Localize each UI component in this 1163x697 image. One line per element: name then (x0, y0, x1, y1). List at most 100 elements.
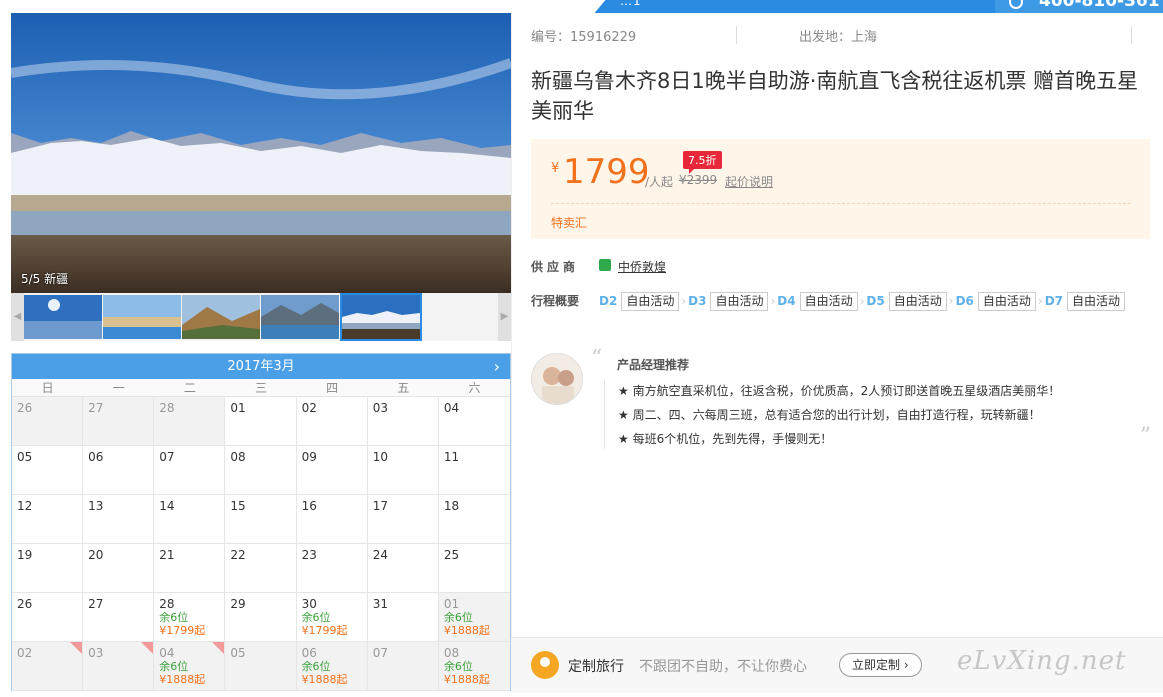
shop-icon (599, 259, 611, 271)
calendar-day[interactable]: 04 余6位 ¥1888起 (154, 642, 226, 691)
itinerary-day[interactable]: D2 自由活动 › (599, 289, 686, 314)
corner-flag-icon (212, 642, 225, 654)
day-number: 27 (88, 597, 104, 611)
currency-symbol: ¥ (551, 161, 560, 176)
departure-city: 出发地：上海 (799, 30, 878, 45)
day-number: 03 (372, 401, 388, 415)
day-number: 25 (443, 548, 460, 562)
quote-close-icon: ” (1139, 424, 1151, 449)
seats-remaining: 余6位 (159, 660, 189, 673)
discount-badge: 7.5折 (683, 151, 722, 174)
calendar-day: 23 (296, 544, 368, 593)
hotline-number: 400-810-361 (1039, 0, 1160, 11)
calendar-day: 01 (225, 397, 297, 446)
itinerary-day[interactable]: D3 自由活动 › (688, 289, 775, 314)
day-number: 29 (230, 597, 246, 611)
day-activity: 自由活动 (621, 292, 680, 311)
itinerary-day[interactable]: D4 自由活动 › (777, 289, 864, 314)
day-number: 05 (230, 646, 246, 660)
itinerary-day[interactable]: D5 自由活动 › (866, 289, 954, 314)
customize-button[interactable]: 立即定制 › (839, 653, 922, 677)
calendar-day: 02 (12, 642, 84, 691)
day-activity: 自由活动 (1067, 292, 1126, 311)
weekday-label: 六 (468, 381, 481, 395)
thumbnail-2[interactable] (103, 295, 181, 339)
day-number: 28 (159, 401, 175, 415)
day-number: 28 (159, 597, 175, 611)
banner-slant (590, 0, 606, 13)
calendar-day[interactable]: 06 余6位 ¥1888起 (296, 642, 368, 691)
thumb-next-button[interactable]: ▶ (498, 293, 511, 341)
day-number: 30 (301, 597, 317, 611)
calendar-day: 08 (225, 446, 297, 495)
calendar-day: 16 (296, 495, 368, 544)
calendar-day[interactable]: 28 余6位 ¥1799起 (154, 593, 226, 642)
departure-calendar: 2017年3月 › 日一二三四五六 26 27 28 01 02 03 04 05 06 07 08… (11, 353, 511, 691)
day-number: 22 (230, 548, 246, 562)
itinerary-day[interactable]: D6 自由活动 › (956, 289, 1043, 314)
day-number: 08 (230, 450, 246, 464)
calendar-day: 27 (83, 593, 155, 642)
corner-flag-icon (141, 642, 154, 654)
avatar (531, 353, 583, 405)
chevron-right-icon[interactable]: › (494, 354, 500, 379)
chevron-right-icon: › (681, 294, 687, 308)
day-number: 21 (159, 548, 175, 562)
column-divider (511, 13, 512, 637)
day-activity: 自由活动 (888, 292, 947, 311)
day-number: 27 (88, 401, 104, 415)
day-price: ¥1888起 (301, 673, 348, 686)
day-code: D5 (866, 294, 885, 308)
day-code: D4 (777, 294, 796, 308)
day-number: 04 (443, 401, 460, 415)
sale-tag[interactable]: 特卖汇 (551, 214, 587, 231)
chevron-right-icon: › (948, 294, 954, 308)
recommend-item: ★ 每班6个机位，先到先得，手慢则无！ (618, 432, 833, 446)
thumbnail-3[interactable] (182, 295, 260, 339)
day-number: 10 (372, 450, 388, 464)
recommend-item: ★ 南方航空直采机位，往返含税，价优质高，2人预订即送首晚五星级酒店美丽华！ (618, 384, 1061, 398)
calendar-day[interactable]: 01 余6位 ¥1888起 (438, 593, 510, 642)
calendar-day[interactable]: 30 余6位 ¥1799起 (296, 593, 368, 642)
day-number: 17 (372, 499, 388, 513)
calendar-day: 19 (12, 544, 84, 593)
calendar-month: 2017年3月 (227, 359, 295, 374)
day-number: 19 (17, 548, 33, 562)
calendar-day: 15 (225, 495, 297, 544)
calendar-day[interactable]: 08 余6位 ¥1888起 (438, 642, 510, 691)
weekday-label: 四 (326, 381, 339, 395)
calendar-day: 05 (12, 446, 84, 495)
calendar-day: 06 (83, 446, 155, 495)
thumbnail-1[interactable] (24, 295, 102, 339)
thumb-prev-button[interactable]: ◀ (11, 293, 24, 341)
meta-divider (736, 26, 737, 44)
corner-flag-icon (70, 642, 83, 654)
day-number: 08 (443, 646, 460, 660)
day-number: 11 (443, 450, 460, 464)
search-icon (1009, 0, 1023, 9)
calendar-day: 09 (296, 446, 368, 495)
calendar-day: 03 (83, 642, 155, 691)
day-price: ¥1888起 (443, 624, 490, 637)
day-code: D3 (688, 294, 707, 308)
weekday-label: 日 (41, 381, 54, 395)
price-explain-link[interactable]: 起价说明 (725, 173, 773, 190)
day-number: 24 (372, 548, 388, 562)
day-activity: 自由活动 (977, 292, 1036, 311)
itinerary-label: 行程概要 (531, 294, 580, 308)
supplier-link[interactable]: 中侨敦煌 (618, 258, 666, 275)
calendar-day: 07 (154, 446, 226, 495)
thumbnail-5[interactable] (340, 293, 422, 341)
watermark: eLvXing.net (957, 646, 1127, 676)
thumbnail-strip: ◀ ▶ (11, 293, 511, 341)
calendar-day: 12 (12, 495, 84, 544)
day-number: 01 (443, 597, 460, 611)
calendar-header: 2017年3月 › (12, 354, 510, 379)
day-number: 18 (443, 499, 460, 513)
day-number: 07 (159, 450, 175, 464)
itinerary-day[interactable]: D7 自由活动 (1045, 289, 1126, 314)
hero-image[interactable]: 5/5 新疆 (11, 13, 511, 293)
calendar-day: 20 (83, 544, 155, 593)
day-price: ¥1888起 (443, 673, 490, 686)
thumbnail-4[interactable] (261, 295, 339, 339)
